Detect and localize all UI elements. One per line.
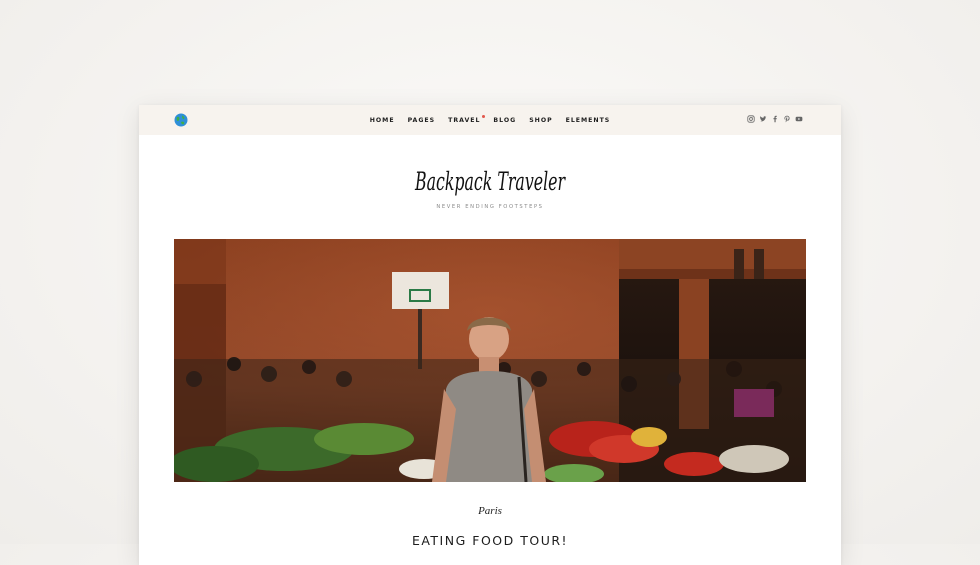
pinterest-icon[interactable] <box>783 115 791 123</box>
facebook-icon[interactable] <box>771 115 779 123</box>
nav-elements[interactable]: ELEMENTS <box>566 117 611 124</box>
new-indicator-dot <box>482 114 486 118</box>
nav-travel[interactable]: TRAVEL <box>448 114 486 124</box>
market-photo-illustration <box>174 239 806 482</box>
social-links <box>747 115 803 123</box>
top-navigation-bar: HOME PAGES TRAVEL BLOG SHOP ELEMENTS <box>139 105 841 135</box>
instagram-icon[interactable] <box>747 115 755 123</box>
brand-tagline: Never Ending Footsteps <box>436 204 544 210</box>
youtube-icon[interactable] <box>795 115 803 123</box>
hero-image[interactable] <box>174 239 806 482</box>
twitter-icon[interactable] <box>759 115 767 123</box>
website-preview-card: HOME PAGES TRAVEL BLOG SHOP ELEMENTS Bac… <box>139 105 841 565</box>
brand-title: Backpack Traveler <box>414 167 566 196</box>
main-nav: HOME PAGES TRAVEL BLOG SHOP ELEMENTS <box>139 105 841 135</box>
post-title[interactable]: Eating Food Tour! <box>139 533 841 548</box>
nav-travel-label: TRAVEL <box>448 116 481 124</box>
nav-home[interactable]: HOME <box>370 117 395 124</box>
nav-shop[interactable]: SHOP <box>529 117 552 124</box>
nav-pages[interactable]: PAGES <box>408 117 436 124</box>
nav-blog[interactable]: BLOG <box>493 117 516 124</box>
script-logo-graphic: Backpack Traveler <box>414 167 566 196</box>
post-category[interactable]: Paris <box>139 505 841 517</box>
site-logo-script[interactable]: Backpack Traveler <box>139 162 841 200</box>
